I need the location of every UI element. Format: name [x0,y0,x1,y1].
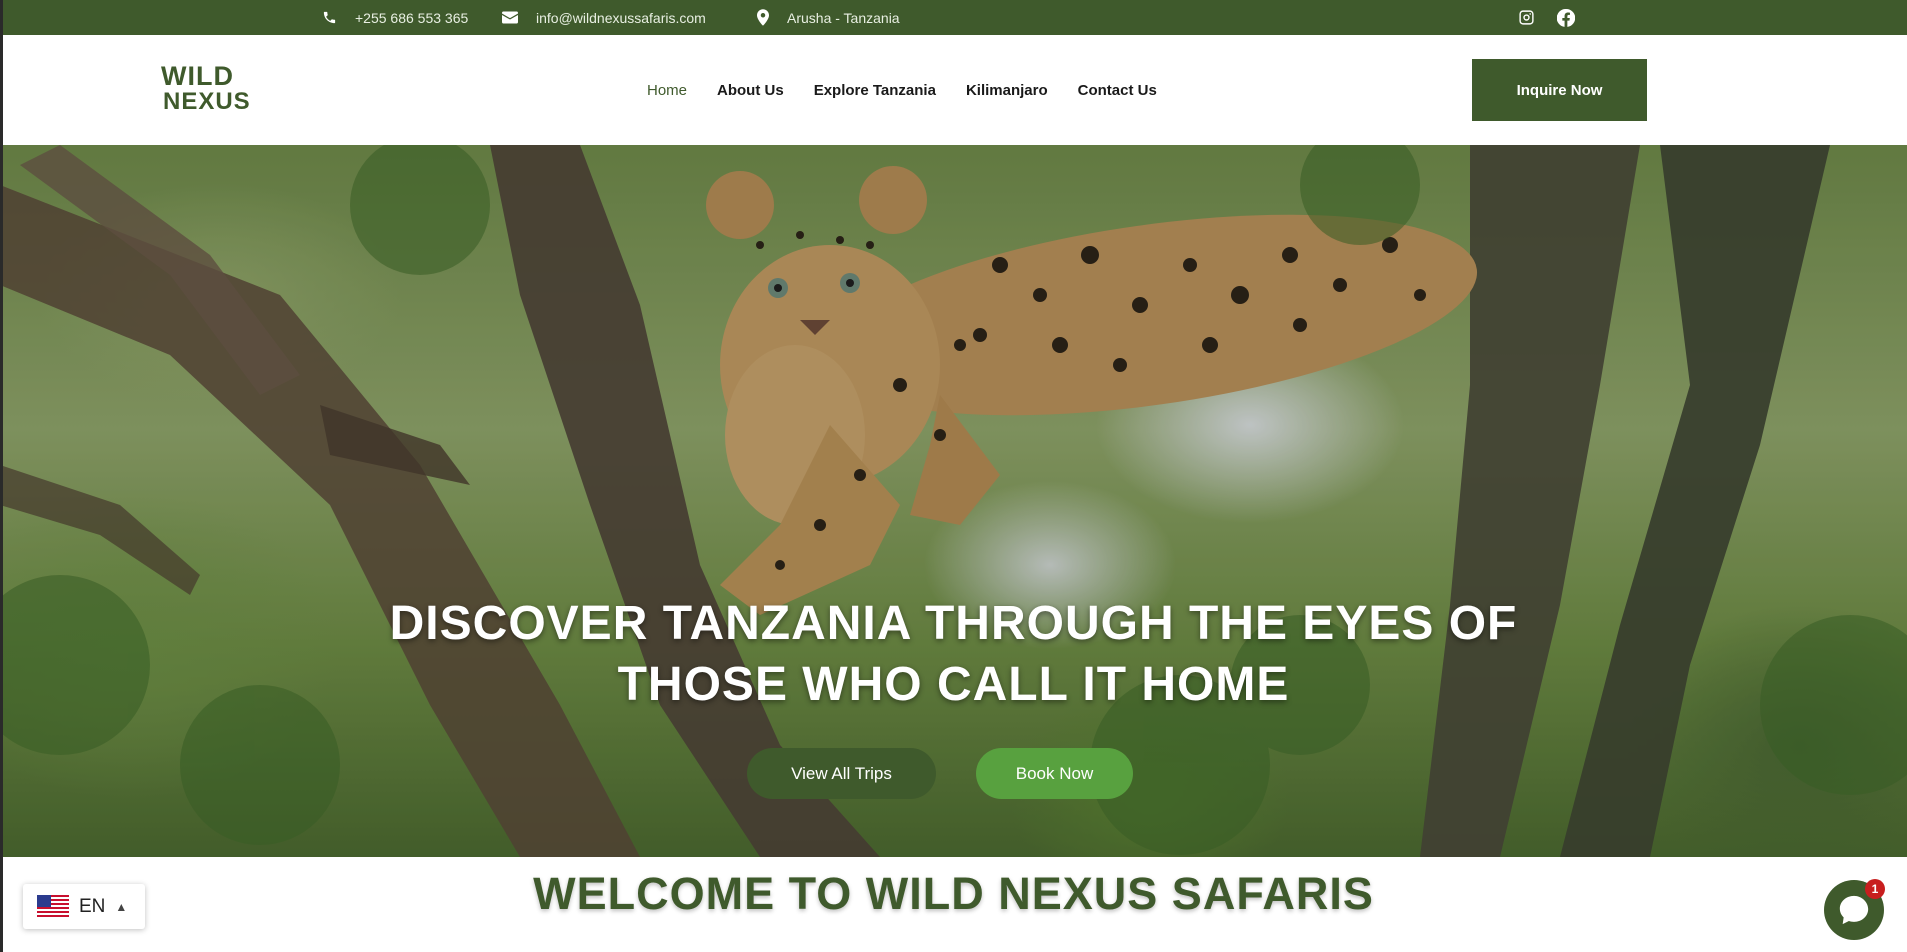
book-now-button[interactable]: Book Now [976,748,1133,799]
logo-line1: WILD [161,61,234,91]
nav-contact-us[interactable]: Contact Us [1078,82,1157,99]
phone-icon [323,11,336,24]
nav-explore-tanzania[interactable]: Explore Tanzania [814,82,936,99]
view-all-trips-button[interactable]: View All Trips [747,748,936,799]
instagram-icon[interactable] [1518,9,1535,26]
chat-bubble-icon [1839,895,1869,925]
hero-overlay [0,145,1907,857]
language-switcher[interactable]: EN ▲ [23,884,145,929]
hero-heading-line1: DISCOVER TANZANIA THROUGH THE EYES OF [389,597,1518,650]
envelope-icon [502,11,518,24]
map-pin-icon [757,9,769,26]
hero-heading: DISCOVER TANZANIA THROUGH THE EYES OF TH… [0,593,1907,715]
site-logo[interactable]: WILD NEXUS [161,63,261,115]
page-edge [0,0,3,952]
hero-section: DISCOVER TANZANIA THROUGH THE EYES OF TH… [0,145,1907,857]
language-code: EN [79,895,106,917]
top-bar: +255 686 553 365 info@wildnexussafaris.c… [0,0,1907,35]
phone-text: +255 686 553 365 [355,9,469,26]
phone-contact[interactable]: +255 686 553 365 [322,0,468,35]
facebook-icon[interactable] [1557,8,1575,27]
inquire-now-button[interactable]: Inquire Now [1472,59,1647,121]
location-text: Arusha - Tanzania [787,9,900,26]
main-nav: Home About Us Explore Tanzania Kilimanja… [647,35,1157,145]
nav-kilimanjaro[interactable]: Kilimanjaro [966,82,1048,99]
email-contact[interactable]: info@wildnexussafaris.com [502,0,706,35]
hero-heading-line2: THOSE WHO CALL IT HOME [617,658,1290,711]
nav-about-us[interactable]: About Us [717,82,784,99]
email-text: info@wildnexussafaris.com [536,9,706,26]
chat-notification-badge: 1 [1865,879,1885,899]
chevron-up-icon: ▲ [115,899,128,914]
welcome-heading: WELCOME TO WILD NEXUS SAFARIS [533,868,1374,919]
nav-home[interactable]: Home [647,82,687,99]
us-flag-icon [37,894,69,919]
social-links [1518,0,1575,35]
location-contact: Arusha - Tanzania [757,0,900,35]
logo-line2: NEXUS [163,88,251,115]
site-header: WILD NEXUS Home About Us Explore Tanzani… [0,35,1907,145]
